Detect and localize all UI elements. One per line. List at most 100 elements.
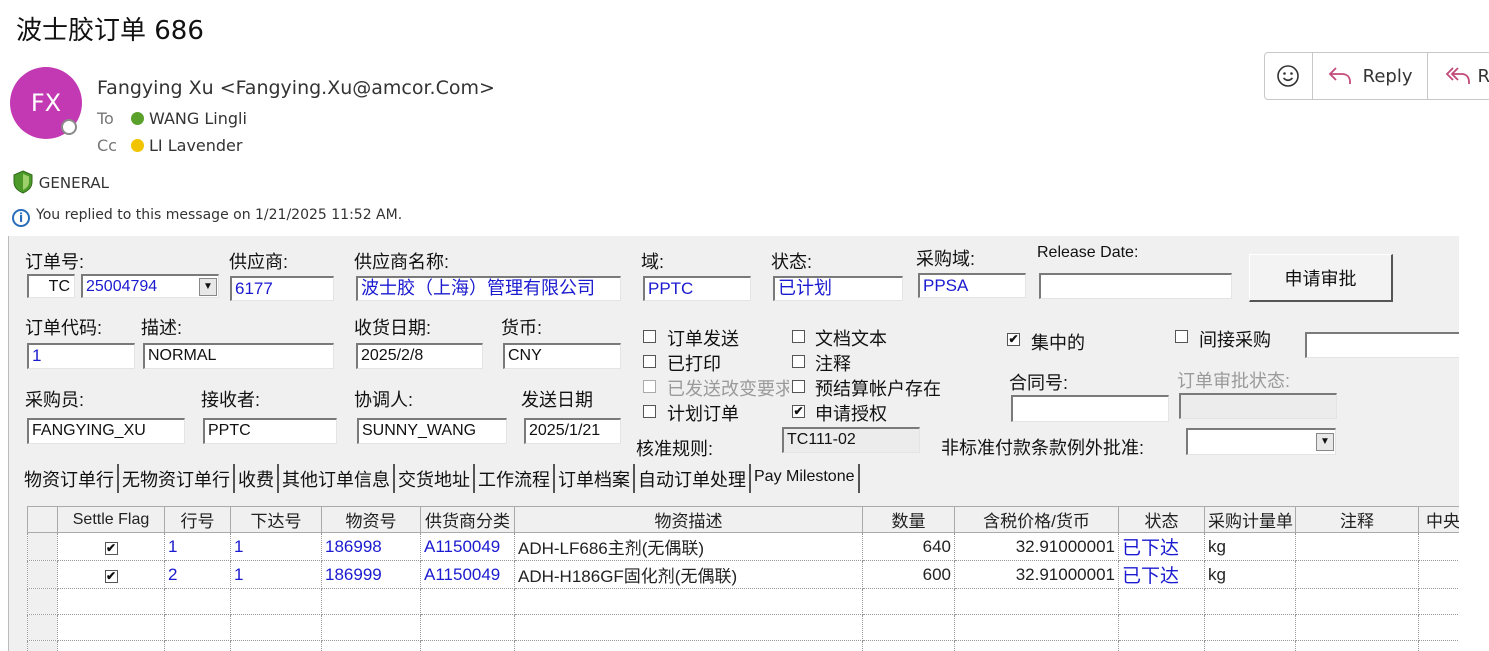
tab-delivery-address[interactable]: 交货地址	[395, 464, 475, 493]
tab-workflow[interactable]: 工作流程	[475, 464, 555, 493]
column-header[interactable]: 中央	[1418, 506, 1459, 533]
tab-charges[interactable]: 收费	[235, 464, 279, 493]
order-send-checkbox[interactable]	[643, 330, 656, 343]
column-header[interactable]: Settle Flag	[57, 506, 165, 533]
empty-cell[interactable]	[514, 640, 863, 651]
coordinator-field[interactable]: SUNNY_WANG	[357, 418, 507, 444]
order-code-field[interactable]: 1	[27, 343, 135, 369]
table-row[interactable]	[27, 640, 1459, 651]
planned-order-checkbox[interactable]	[643, 405, 656, 418]
empty-cell[interactable]	[514, 614, 863, 641]
indirect-checkbox[interactable]	[1175, 330, 1188, 343]
centralized-checkbox[interactable]: ✔	[1007, 333, 1020, 346]
column-header[interactable]: 注释	[1295, 506, 1419, 533]
empty-cell[interactable]	[230, 640, 322, 651]
empty-cell[interactable]	[321, 614, 421, 641]
uom-cell[interactable]: kg	[1204, 532, 1296, 561]
empty-cell[interactable]	[514, 588, 863, 615]
row-selector[interactable]	[27, 588, 58, 615]
empty-cell[interactable]	[954, 588, 1119, 615]
empty-cell[interactable]	[1118, 588, 1205, 615]
send-date-field[interactable]: 2025/1/21	[524, 418, 621, 444]
table-row[interactable]: ✔ 2 1 186999 A1150049 ADH-H186GF固化剂(无偶联)…	[27, 560, 1459, 589]
to-recipient[interactable]: WANG Lingli	[149, 109, 247, 128]
empty-cell[interactable]	[954, 614, 1119, 641]
empty-cell[interactable]	[1418, 614, 1459, 641]
empty-cell[interactable]	[862, 588, 955, 615]
settle-flag-checkbox[interactable]: ✔	[104, 541, 118, 555]
dropdown-arrow-icon[interactable]: ▼	[199, 278, 217, 296]
item-desc-cell[interactable]: ADH-H186GF固化剂(无偶联)	[514, 560, 863, 589]
empty-cell[interactable]	[164, 614, 231, 641]
row-selector[interactable]	[27, 532, 58, 561]
empty-cell[interactable]	[57, 614, 165, 641]
line-no-cell[interactable]: 1	[164, 532, 231, 561]
column-header[interactable]: 数量	[862, 506, 955, 533]
cc-recipient[interactable]: LI Lavender	[149, 136, 242, 155]
column-header[interactable]: 含税价格/货币	[954, 506, 1119, 533]
row-selector[interactable]	[27, 560, 58, 589]
empty-cell[interactable]	[57, 640, 165, 651]
column-header[interactable]: 下达号	[230, 506, 322, 533]
empty-cell[interactable]	[230, 588, 322, 615]
sensitivity-label[interactable]: GENERAL	[12, 170, 109, 194]
vendor-class-cell[interactable]: A1150049	[420, 532, 515, 561]
vendor-class-cell[interactable]: A1150049	[420, 560, 515, 589]
sender[interactable]: Fangying Xu <Fangying.Xu@amcor.Com>	[97, 77, 495, 99]
empty-cell[interactable]	[321, 640, 421, 651]
status-cell[interactable]: 已下达	[1118, 560, 1205, 589]
column-header[interactable]: 物资号	[321, 506, 421, 533]
price-cell[interactable]: 32.91000001	[954, 532, 1119, 561]
qty-cell[interactable]: 640	[862, 532, 955, 561]
release-no-cell[interactable]: 1	[230, 560, 322, 589]
doc-text-checkbox[interactable]	[792, 330, 805, 343]
empty-cell[interactable]	[321, 588, 421, 615]
indirect-field[interactable]	[1305, 332, 1459, 358]
submit-approval-button[interactable]: 申请审批	[1249, 254, 1393, 302]
currency-field[interactable]: CNY	[503, 343, 621, 369]
empty-cell[interactable]	[1418, 640, 1459, 651]
prepay-account-checkbox[interactable]	[792, 380, 805, 393]
empty-cell[interactable]	[420, 640, 515, 651]
printed-checkbox[interactable]	[643, 355, 656, 368]
empty-cell[interactable]	[1118, 640, 1205, 651]
empty-cell[interactable]	[862, 614, 955, 641]
item-no-cell[interactable]: 186998	[321, 532, 421, 561]
note-checkbox[interactable]	[792, 355, 805, 368]
table-row[interactable]	[27, 614, 1459, 641]
column-header[interactable]: 行号	[164, 506, 231, 533]
settle-flag-cell[interactable]: ✔	[57, 532, 165, 561]
central-cell[interactable]	[1418, 532, 1459, 561]
desc-field[interactable]: NORMAL	[143, 343, 334, 369]
settle-flag-cell[interactable]: ✔	[57, 560, 165, 589]
dropdown-arrow-icon[interactable]: ▼	[1316, 433, 1334, 451]
empty-cell[interactable]	[1418, 588, 1459, 615]
order-type-field[interactable]: TC	[27, 274, 75, 298]
empty-cell[interactable]	[1118, 614, 1205, 641]
note-cell[interactable]	[1295, 560, 1419, 589]
empty-cell[interactable]	[164, 588, 231, 615]
nonstd-payment-select[interactable]: ▼	[1186, 428, 1336, 455]
status-cell[interactable]: 已下达	[1118, 532, 1205, 561]
release-date-field[interactable]	[1039, 273, 1232, 299]
reply-all-button[interactable]: R	[1428, 53, 1489, 99]
empty-cell[interactable]	[1295, 588, 1419, 615]
supplier-name-field[interactable]: 波士胶（上海）管理有限公司	[356, 276, 621, 301]
table-row[interactable]	[27, 588, 1459, 615]
table-row[interactable]: ✔ 1 1 186998 A1150049 ADH-LF686主剂(无偶联) 6…	[27, 532, 1459, 561]
line-no-cell[interactable]: 2	[164, 560, 231, 589]
row-selector[interactable]	[27, 614, 58, 641]
empty-cell[interactable]	[862, 640, 955, 651]
contract-field[interactable]	[1011, 395, 1169, 422]
row-selector[interactable]	[27, 640, 58, 651]
column-header[interactable]: 采购计量单	[1204, 506, 1296, 533]
settle-flag-checkbox[interactable]: ✔	[104, 569, 118, 583]
buyer-field[interactable]: FANGYING_XU	[27, 418, 185, 444]
item-desc-cell[interactable]: ADH-LF686主剂(无偶联)	[514, 532, 863, 561]
uom-cell[interactable]: kg	[1204, 560, 1296, 589]
empty-cell[interactable]	[164, 640, 231, 651]
qty-cell[interactable]: 600	[862, 560, 955, 589]
empty-cell[interactable]	[1204, 588, 1296, 615]
central-cell[interactable]	[1418, 560, 1459, 589]
empty-cell[interactable]	[420, 588, 515, 615]
